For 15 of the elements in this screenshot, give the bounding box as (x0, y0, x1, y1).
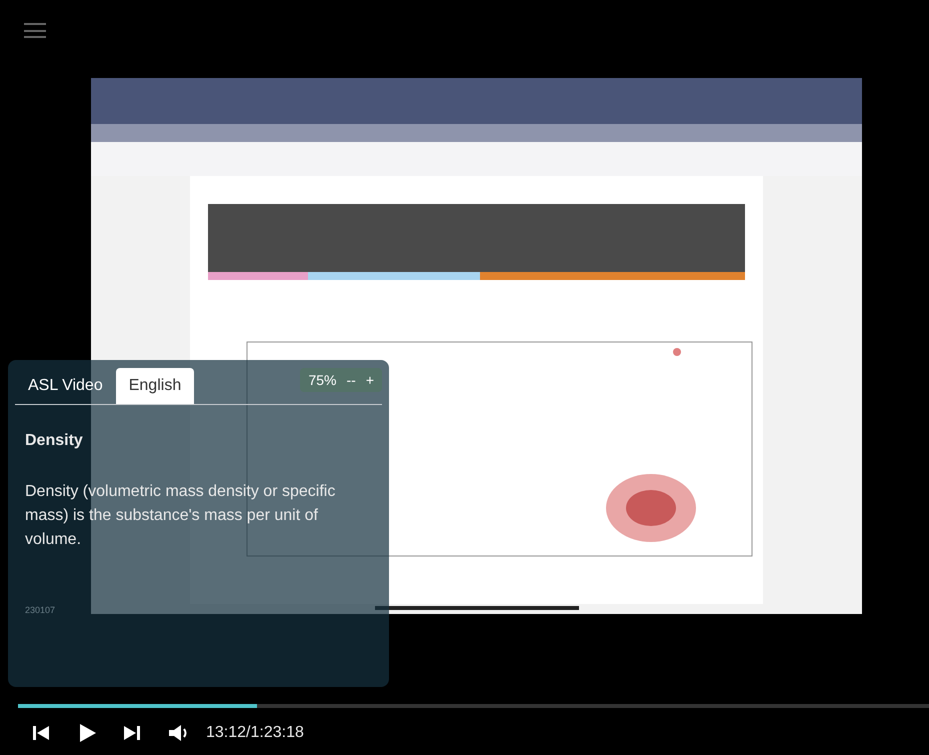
zoom-in-button[interactable]: + (366, 370, 374, 390)
progress-track[interactable] (18, 704, 929, 708)
menu-icon[interactable] (24, 23, 46, 38)
zoom-out-button[interactable]: -- (346, 370, 356, 390)
volume-icon[interactable] (168, 724, 188, 742)
time-display: 13:12/1:23:18 (206, 723, 304, 743)
play-icon[interactable] (79, 723, 97, 743)
previous-icon[interactable] (32, 724, 50, 742)
caption-code: 230107 (25, 604, 56, 617)
caption-text: Density (volumetric mass density or specific mass) is the substance's mass per unit of volume. (25, 482, 336, 550)
next-icon[interactable] (123, 724, 141, 742)
caption-heading: Density (25, 431, 84, 451)
tab[interactable]: English (116, 368, 194, 404)
tab[interactable]: ASL Video (15, 368, 116, 404)
zoom-level: 75% (308, 370, 336, 390)
